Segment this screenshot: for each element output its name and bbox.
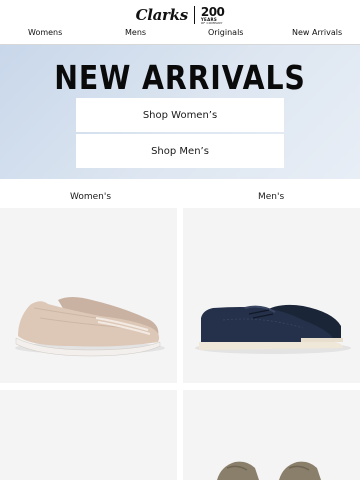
anniversary-badge: 200 YEARS OF COMPANY xyxy=(201,6,225,25)
anniversary-number: 200 xyxy=(200,4,225,19)
brand-header[interactable]: Clarks 200 YEARS OF COMPANY xyxy=(0,4,360,26)
product-image xyxy=(217,461,321,480)
shop-men-button[interactable]: Shop Men’s xyxy=(76,134,284,168)
category-label-womens[interactable]: Women's xyxy=(70,192,111,202)
category-label-mens[interactable]: Men's xyxy=(258,192,284,202)
hero-banner: NEW ARRIVALS Shop Women’s Shop Men’s xyxy=(0,45,360,179)
brand-logo[interactable]: Clarks xyxy=(136,6,189,24)
main-nav: Womens Mens Originals New Arrivals xyxy=(0,26,360,42)
mens-shoe-image xyxy=(195,304,351,354)
product-tile-womens[interactable] xyxy=(0,208,177,383)
nav-item-originals[interactable]: Originals xyxy=(208,28,243,37)
womens-shoe-image xyxy=(15,297,165,357)
anniversary-sub2: OF COMPANY xyxy=(200,20,223,25)
nav-item-new-arrivals[interactable]: New Arrivals xyxy=(292,28,342,37)
nav-item-womens[interactable]: Womens xyxy=(28,28,62,37)
product-tile-mens[interactable] xyxy=(183,208,360,383)
hero-title: NEW ARRIVALS xyxy=(54,58,306,97)
shop-women-button[interactable]: Shop Women’s xyxy=(76,98,284,132)
logo-divider xyxy=(193,6,195,24)
nav-item-mens[interactable]: Mens xyxy=(125,28,146,37)
product-tile-mens-2[interactable] xyxy=(183,390,360,480)
product-tile-womens-2[interactable] xyxy=(0,390,177,480)
